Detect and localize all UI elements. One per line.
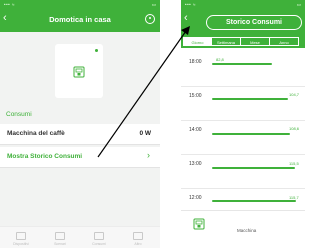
consumption-bar [212, 98, 288, 100]
row-divider [181, 188, 305, 189]
settings-icon[interactable] [145, 14, 155, 24]
status-bar: ••• ≈ ▭ [181, 0, 305, 10]
bar-value-label: 104,7 [289, 92, 300, 97]
consumption-bar [212, 133, 290, 135]
row-label: Mostra Storico Consumi [7, 153, 83, 160]
device-name: Macchina [237, 228, 257, 233]
tab-devices[interactable]: Dispositivi [2, 232, 40, 246]
tab-consumption[interactable]: Consumi [80, 232, 118, 246]
page-title: Storico Consumi [206, 15, 302, 30]
consumption-bar [212, 63, 272, 65]
scenes-icon [55, 232, 65, 240]
tab-label: Altro [134, 242, 142, 246]
hour-label: 12:00 [189, 195, 202, 201]
status-dot [95, 49, 98, 52]
tab-week[interactable]: Settimana [212, 37, 241, 46]
tab-label: Dispositivi [13, 242, 29, 246]
tab-year[interactable]: Anno [270, 37, 299, 46]
hour-label: 14:00 [189, 127, 202, 133]
back-icon[interactable]: ‹ [184, 13, 188, 24]
row-divider [181, 120, 305, 121]
tab-scenes[interactable]: Scenari [41, 232, 79, 246]
power-value: 0 W [139, 130, 151, 137]
tab-day[interactable]: Giorno [183, 37, 212, 46]
coffee-machine-row: Macchina del caffè 0 W [0, 124, 160, 145]
section-title: Consumi [6, 111, 32, 118]
nav-bar: ••• ≈ ▭ ‹ Storico Consumi [181, 0, 305, 34]
tab-month[interactable]: Mese [241, 37, 270, 46]
bar-value-label: 82,8 [216, 57, 224, 62]
coffee-machine-icon [193, 218, 205, 230]
tab-label: Scenari [54, 242, 66, 246]
more-icon [133, 232, 143, 240]
consumption-bar [212, 167, 295, 169]
hour-label: 15:00 [189, 93, 202, 99]
bar-value-label: 108,6 [289, 126, 300, 131]
consumption-history-screen: ••• ≈ ▭ ‹ Storico Consumi Giorno Settima… [181, 0, 305, 248]
row-divider [181, 86, 305, 87]
bar-value-label: 115,5 [289, 161, 299, 166]
device-card[interactable] [55, 44, 103, 98]
hour-label: 18:00 [189, 59, 202, 65]
row-divider [181, 154, 305, 155]
tab-bar: Dispositivi Scenari Consumi Altro [0, 226, 160, 248]
tab-more[interactable]: Altro [119, 232, 157, 246]
coffee-machine-icon [73, 66, 85, 78]
signal-indicator: ••• ≈ [185, 2, 196, 7]
row-label: Macchina del caffè [7, 130, 65, 137]
devices-icon [16, 232, 26, 240]
battery-icon: ▭ [151, 2, 156, 7]
tab-label: Consumi [92, 242, 106, 246]
home-automation-screen: ••• ≈ ▭ ‹ Domotica in casa Consumi Macch… [0, 0, 160, 248]
chevron-right-icon: › [147, 150, 150, 160]
bar-value-label: 115,7 [289, 195, 299, 200]
consumption-chart: 18:00 15:00 14:00 13:00 12:00 82,8 104,7 1… [181, 48, 305, 210]
battery-icon: ▭ [296, 2, 301, 7]
consumption-bar [212, 200, 296, 202]
device-footer[interactable]: Macchina [181, 210, 305, 248]
consumption-icon [94, 232, 104, 240]
hour-label: 13:00 [189, 161, 202, 167]
signal-indicator: ••• ≈ [4, 2, 15, 7]
period-tabs: Giorno Settimana Mese Anno [181, 34, 305, 48]
show-consumption-history-row[interactable]: Mostra Storico Consumi › [0, 147, 160, 168]
page-title: Domotica in casa [49, 15, 111, 24]
status-bar: ••• ≈ ▭ [0, 0, 160, 10]
nav-bar: ••• ≈ ▭ ‹ Domotica in casa [0, 0, 160, 32]
